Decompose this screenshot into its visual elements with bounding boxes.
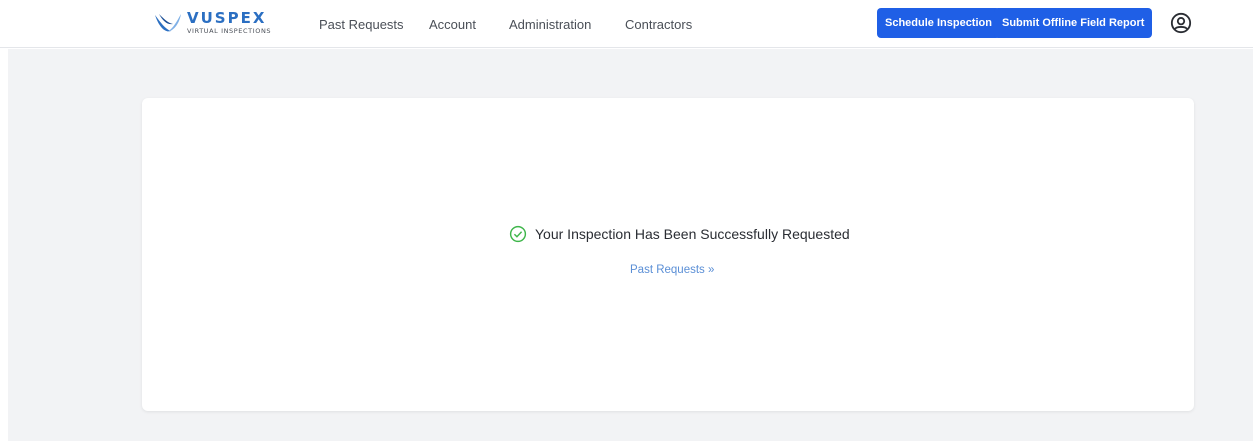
nav-contractors[interactable]: Contractors — [625, 17, 692, 32]
vuspex-logo[interactable]: VUSPEX VIRTUAL INSPECTIONS — [153, 10, 285, 36]
check-circle-icon — [509, 225, 527, 243]
logo-wordmark: VUSPEX — [187, 9, 267, 28]
nav-account[interactable]: Account — [429, 17, 476, 32]
logo-mark-icon — [155, 14, 181, 32]
schedule-inspection-button[interactable]: Schedule Inspection — [877, 8, 1000, 38]
success-message-row: Your Inspection Has Been Successfully Re… — [509, 225, 850, 243]
user-circle-icon[interactable] — [1170, 12, 1192, 34]
nav-administration[interactable]: Administration — [509, 17, 591, 32]
submit-offline-field-report-button[interactable]: Submit Offline Field Report — [994, 8, 1153, 38]
past-requests-link[interactable]: Past Requests » — [630, 264, 714, 276]
logo-tagline: VIRTUAL INSPECTIONS — [187, 27, 272, 36]
nav-past-requests[interactable]: Past Requests — [319, 17, 404, 32]
confirmation-card: Your Inspection Has Been Successfully Re… — [142, 98, 1194, 411]
top-navbar: VUSPEX VIRTUAL INSPECTIONS Past Requests… — [0, 0, 1253, 48]
success-message: Your Inspection Has Been Successfully Re… — [535, 226, 850, 242]
